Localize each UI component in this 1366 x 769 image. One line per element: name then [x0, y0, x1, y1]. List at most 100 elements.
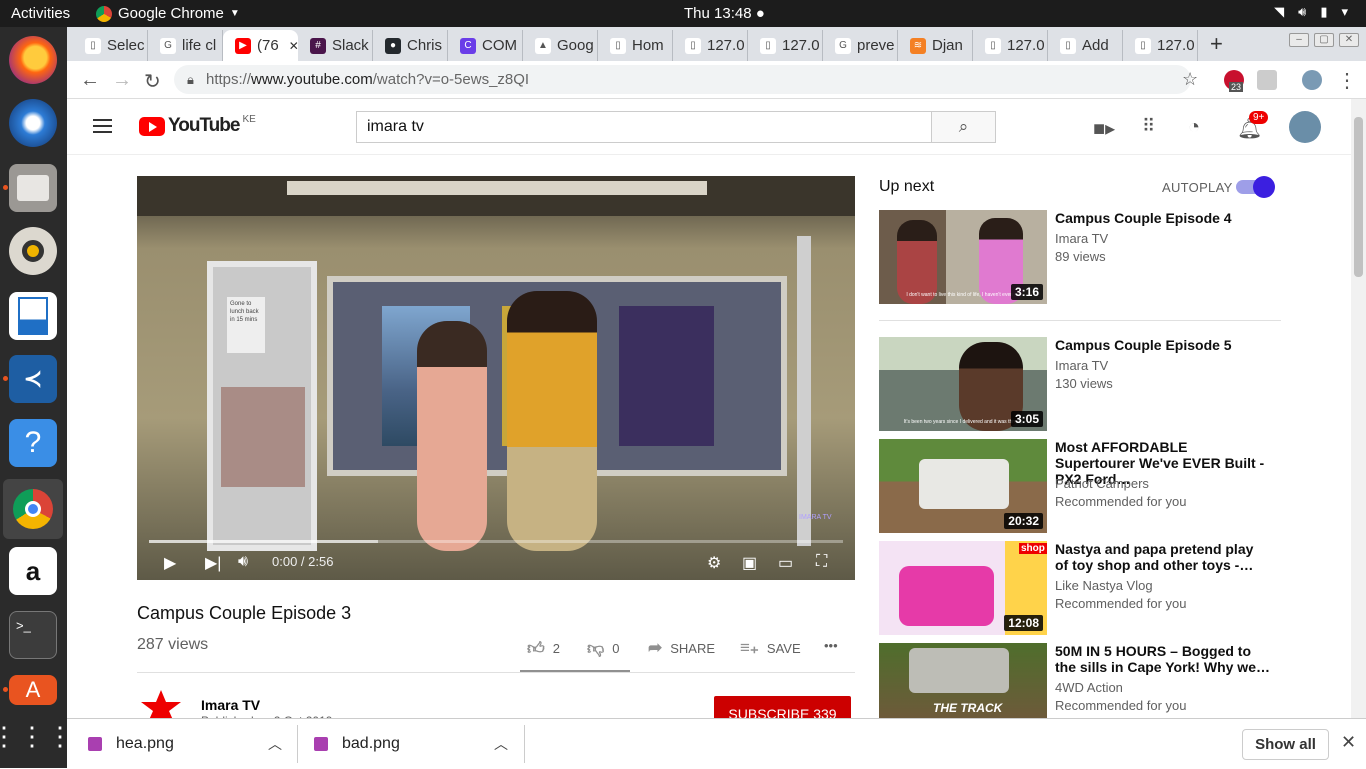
dislike-button[interactable]: 👎︎ 0 — [587, 638, 620, 659]
document-icon: ▯ — [760, 37, 776, 54]
search-button[interactable]: ⌕ — [931, 111, 996, 143]
menu-icon[interactable] — [93, 119, 112, 133]
video-thumbnail[interactable]: THE TRACK — [879, 643, 1047, 718]
messages-icon[interactable]: ◔ — [1188, 116, 1200, 139]
tab-item[interactable]: ▯ 127.0 — [748, 30, 823, 61]
system-tray[interactable]: ◥ 🔊︎ ▮ ▾ — [1274, 4, 1348, 20]
scrollbar-thumb[interactable] — [1354, 117, 1363, 277]
page-scrollbar[interactable] — [1351, 99, 1366, 718]
maximize-button[interactable]: ▢ — [1314, 33, 1334, 47]
youtube-logo[interactable]: YouTube KE — [139, 114, 256, 137]
channel-logo[interactable] — [137, 690, 185, 720]
recommended-video[interactable]: It's been two years since I delivered an… — [879, 337, 1299, 431]
chrome-menu-icon[interactable]: ⋮ — [1337, 68, 1357, 93]
close-window-button[interactable]: ✕ — [1339, 33, 1359, 47]
save-button[interactable]: ≡₊ SAVE — [740, 638, 801, 658]
extension-icon[interactable] — [1257, 70, 1277, 90]
chrome-icon — [96, 5, 112, 22]
tab-item[interactable]: ▯ 127.0 — [1123, 30, 1198, 61]
tab-item[interactable]: ▯ Hom — [598, 30, 673, 61]
tab-item[interactable]: ▯ Add — [1048, 30, 1123, 61]
chevron-up-icon[interactable]: ︿ — [268, 734, 282, 754]
video-thumbnail[interactable]: I don't want to live this kind of life, … — [879, 210, 1047, 304]
video-player[interactable]: Gone to lunch back in 15 mins IMARA TV ▶… — [137, 176, 855, 580]
amazon-icon[interactable]: a — [9, 547, 57, 595]
tab-item[interactable]: ▯ 127.0 — [973, 30, 1048, 61]
video-thumbnail[interactable]: It's been two years since I delivered an… — [879, 337, 1047, 431]
tab-item[interactable]: # Slack — [298, 30, 373, 61]
settings-gear-icon[interactable]: ⚙ — [707, 553, 721, 573]
next-icon[interactable]: ▶| — [205, 553, 221, 573]
clock[interactable]: Thu 13:48 ● — [684, 5, 765, 22]
recommended-video[interactable]: I don't want to live this kind of life, … — [879, 210, 1299, 304]
apps-grid-icon[interactable]: ⠿ — [1142, 116, 1155, 137]
download-item[interactable]: bad.png ︿ — [314, 719, 522, 769]
tab-item[interactable]: ≋ Djan — [898, 30, 973, 61]
help-icon[interactable]: ? — [9, 419, 57, 467]
new-tab-button[interactable]: + — [1210, 31, 1223, 57]
channel-name[interactable]: Imara TV — [1055, 231, 1108, 246]
chrome-dock-icon[interactable] — [3, 479, 63, 539]
fullscreen-icon[interactable]: ⛶ — [816, 553, 827, 571]
show-apps-icon[interactable]: ⋮⋮⋮ — [0, 712, 73, 760]
activities-button[interactable]: Activities — [11, 5, 70, 22]
channel-name[interactable]: Imara TV — [1055, 358, 1108, 373]
tab-item[interactable]: ▲ Goog — [523, 30, 598, 61]
tab-item[interactable]: C COM — [448, 30, 523, 61]
more-actions-button[interactable]: ••• — [824, 638, 838, 653]
app-menu[interactable]: Google Chrome ▼ — [96, 5, 240, 22]
chevron-up-icon[interactable]: ︿ — [494, 734, 508, 754]
download-item[interactable]: hea.png ︿ — [88, 719, 296, 769]
tab-item[interactable]: Glife cl — [148, 30, 223, 61]
autoplay-toggle[interactable] — [1236, 176, 1275, 198]
close-tab-icon[interactable]: ✕ — [289, 39, 298, 53]
reload-button[interactable]: ↻ — [144, 69, 161, 94]
close-icon[interactable]: ✕ — [1341, 732, 1356, 753]
firefox-icon[interactable] — [9, 36, 57, 84]
vscode-icon[interactable]: ≺ — [9, 355, 57, 403]
like-button[interactable]: 👍︎ 2 — [527, 638, 560, 659]
volume-icon[interactable]: 🔊︎ — [238, 553, 248, 571]
rhythmbox-icon[interactable] — [9, 227, 57, 275]
miniplayer-icon[interactable]: ▣ — [742, 553, 757, 573]
play-icon[interactable]: ▶ — [164, 553, 176, 573]
ubuntu-software-icon[interactable]: A — [9, 675, 57, 705]
theater-mode-icon[interactable]: ▭ — [778, 553, 793, 573]
channel-name[interactable]: Patriot Campers — [1055, 476, 1149, 491]
search-input[interactable]: imara tv — [356, 111, 932, 143]
video-thumbnail[interactable]: shop 12:08 — [879, 541, 1047, 635]
thunderbird-icon[interactable] — [9, 99, 57, 147]
video-title-link[interactable]: Nastya and papa pretend play of toy shop… — [1055, 541, 1270, 573]
share-button[interactable]: ➦ SHARE — [648, 638, 715, 658]
account-avatar[interactable] — [1289, 111, 1321, 143]
writer-icon[interactable] — [9, 292, 57, 340]
video-title-link[interactable]: 50M IN 5 HOURS – Bogged to the sills in … — [1055, 643, 1270, 675]
show-all-downloads-button[interactable]: Show all — [1242, 729, 1329, 760]
download-filename: hea.png — [116, 735, 174, 752]
thumbs-down-icon: 👎︎ — [587, 639, 605, 658]
subscribe-button[interactable]: SUBSCRIBE 339 — [714, 696, 851, 720]
files-icon[interactable] — [9, 164, 57, 212]
video-thumbnail[interactable]: 20:32 — [879, 439, 1047, 533]
channel-name[interactable]: Like Nastya Vlog — [1055, 578, 1153, 593]
terminal-icon[interactable]: >_ — [9, 611, 57, 659]
bookmark-star-icon[interactable]: ☆ — [1182, 69, 1198, 90]
tab-item[interactable]: ▯ Selec — [73, 30, 148, 61]
progress-bar[interactable] — [149, 540, 843, 543]
tab-item[interactable]: ▶ (76 ✕ — [223, 30, 298, 61]
minimize-button[interactable]: – — [1289, 33, 1309, 47]
tab-item[interactable]: ● Chris — [373, 30, 448, 61]
profile-avatar[interactable] — [1302, 70, 1322, 90]
back-button[interactable]: ← — [80, 69, 100, 92]
tab-item[interactable]: Gpreve — [823, 30, 898, 61]
create-video-icon[interactable]: ■▸ — [1093, 116, 1115, 141]
recommended-video[interactable]: 20:32 Most AFFORDABLE Supertourer We've … — [879, 439, 1299, 533]
video-title-link[interactable]: Campus Couple Episode 4 — [1055, 210, 1270, 226]
recommended-video[interactable]: shop 12:08 Nastya and papa pretend play … — [879, 541, 1299, 635]
address-bar[interactable]: 🔒︎ https://www.youtube.com/watch?v=o-5ew… — [174, 65, 1191, 94]
video-title-link[interactable]: Campus Couple Episode 5 — [1055, 337, 1270, 353]
channel-name[interactable]: 4WD Action — [1055, 680, 1123, 695]
tab-item[interactable]: ▯ 127.0 — [673, 30, 748, 61]
channel-name[interactable]: Imara TV — [201, 697, 260, 713]
forward-button[interactable]: → — [112, 69, 132, 92]
